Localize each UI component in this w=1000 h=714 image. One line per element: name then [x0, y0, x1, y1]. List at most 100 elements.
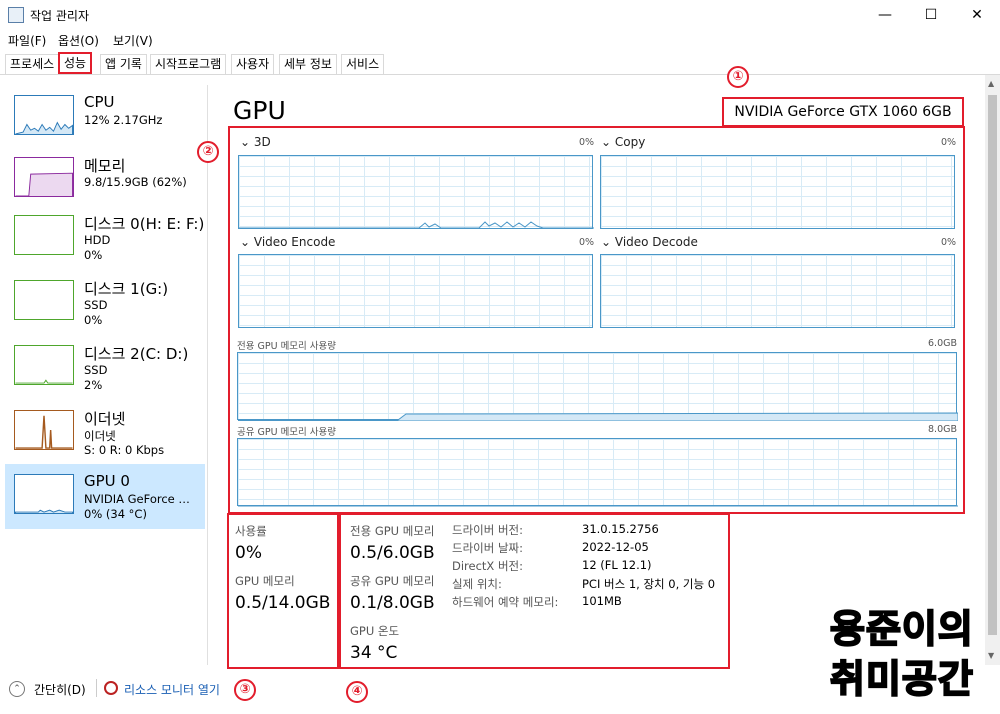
- engine-pct: 0%: [579, 237, 595, 248]
- scroll-up-icon[interactable]: ▲: [988, 79, 994, 88]
- annotation-marker-4: ④: [346, 681, 368, 703]
- tab-processes[interactable]: 프로세스: [5, 54, 60, 74]
- detail-value: 101MB: [582, 594, 622, 608]
- menu-options[interactable]: 옵션(O): [58, 32, 99, 49]
- sidebar-item-detail: SSD: [84, 363, 108, 377]
- sidebar-item-detail: 9.8/15.9GB (62%): [84, 175, 187, 189]
- usage-value: 0%: [235, 543, 262, 563]
- dedicated-memory-graph: [237, 352, 958, 421]
- engine-label: Video Decode: [614, 235, 698, 249]
- chevron-up-icon[interactable]: ⌃: [9, 681, 25, 697]
- engine-copy[interactable]: ⌄ Copy: [601, 135, 645, 149]
- watermark-line-2: 취미공간: [829, 656, 974, 702]
- engine-3d-graph: [238, 155, 594, 229]
- tab-details[interactable]: 세부 정보: [279, 54, 337, 74]
- gpu-thumbnail-graph: [14, 474, 74, 514]
- detail-label: 드라이버 버전:: [452, 523, 524, 537]
- engine-video-encode-graph: [238, 254, 593, 328]
- detail-label: 실제 위치:: [452, 577, 502, 591]
- detail-label: DirectX 버전:: [452, 559, 524, 573]
- sidebar-item-value: 0% (34 °C): [84, 507, 147, 521]
- sidebar-item-label: 디스크 1(G:): [84, 280, 169, 298]
- sidebar-item-label: CPU: [84, 93, 115, 111]
- engine-pct: 0%: [579, 137, 595, 148]
- sidebar-item-disk2[interactable]: 디스크 2(C: D:) SSD 2%: [5, 335, 205, 397]
- engine-pct: 0%: [941, 237, 957, 248]
- vertical-scrollbar[interactable]: ▲ ▼: [985, 75, 1000, 665]
- sidebar-item-detail: 12% 2.17GHz: [84, 113, 163, 127]
- engine-label: Video Encode: [253, 235, 336, 249]
- sidebar-item-detail: HDD: [84, 233, 111, 247]
- detail-label: 하드웨어 예약 메모리:: [452, 595, 559, 609]
- tab-performance[interactable]: 성능: [58, 52, 93, 74]
- engine-label: Copy: [614, 135, 646, 149]
- sidebar-item-label: 메모리: [84, 157, 126, 175]
- dedicated-gpu-memory-label: 전용 GPU 메모리: [350, 524, 435, 538]
- divider: [96, 679, 97, 697]
- engine-video-decode[interactable]: ⌄ Video Decode: [601, 235, 698, 249]
- collapse-button[interactable]: 간단히(D): [34, 681, 86, 698]
- sidebar-item-value: 0%: [84, 248, 103, 262]
- detail-value: 2022-12-05: [582, 540, 649, 554]
- gpu-memory-value: 0.5/14.0GB: [235, 593, 331, 613]
- engine-video-decode-graph: [600, 254, 955, 328]
- sidebar-item-value: 2%: [84, 378, 103, 392]
- scroll-thumb[interactable]: [988, 95, 997, 635]
- detail-value: 31.0.15.2756: [582, 522, 659, 536]
- detail-value: 12 (FL 12.1): [582, 558, 652, 572]
- sidebar-item-detail: NVIDIA GeForce …: [84, 492, 190, 506]
- engine-3d-line: [239, 221, 594, 229]
- annotation-marker-1: ①: [727, 66, 749, 88]
- tab-app-history[interactable]: 앱 기록: [100, 54, 147, 74]
- sidebar-item-label: 디스크 0(H: E: F:): [84, 215, 205, 233]
- close-button[interactable]: ✕: [954, 0, 1000, 30]
- title-bar: 작업 관리자 — ☐ ✕: [0, 0, 1000, 30]
- sidebar-item-value: 0%: [84, 313, 103, 327]
- memory-thumbnail-graph: [14, 157, 74, 197]
- tab-services[interactable]: 서비스: [341, 54, 385, 74]
- engine-video-encode[interactable]: ⌄ Video Encode: [240, 235, 335, 249]
- resource-monitor-link[interactable]: 리소스 모니터 열기: [124, 681, 220, 698]
- cpu-thumbnail-graph: [14, 95, 74, 135]
- annotation-marker-2: ②: [197, 141, 219, 163]
- maximize-button[interactable]: ☐: [908, 0, 954, 30]
- menu-file[interactable]: 파일(F): [8, 32, 46, 49]
- minimize-button[interactable]: —: [862, 0, 908, 30]
- sidebar-item-label: GPU 0: [84, 472, 130, 490]
- sidebar-item-disk0[interactable]: 디스크 0(H: E: F:) HDD 0%: [5, 205, 205, 267]
- sidebar-item-label: 디스크 2(C: D:): [84, 345, 189, 363]
- annotation-marker-3: ③: [234, 679, 256, 701]
- disk0-thumbnail-graph: [14, 215, 74, 255]
- detail-value: PCI 버스 1, 장치 0, 기능 0: [582, 577, 716, 591]
- sidebar-item-ethernet[interactable]: 이더넷 이더넷 S: 0 R: 0 Kbps: [5, 400, 205, 462]
- menu-view[interactable]: 보기(V): [113, 32, 153, 49]
- sidebar-item-value: S: 0 R: 0 Kbps: [84, 443, 165, 457]
- scroll-down-icon[interactable]: ▼: [988, 651, 994, 660]
- usage-label: 사용률: [235, 524, 267, 538]
- engine-pct: 0%: [941, 137, 957, 148]
- gpu-temperature-value: 34 °C: [350, 643, 398, 663]
- dedicated-memory-max: 6.0GB: [928, 338, 957, 349]
- sidebar-item-memory[interactable]: 메모리 9.8/15.9GB (62%): [5, 147, 205, 209]
- sidebar-item-cpu[interactable]: CPU 12% 2.17GHz: [5, 85, 205, 147]
- sidebar-item-disk1[interactable]: 디스크 1(G:) SSD 0%: [5, 270, 205, 332]
- detail-label: 드라이버 날짜:: [452, 541, 524, 555]
- engine-3d[interactable]: ⌄ 3D: [240, 135, 271, 149]
- shared-memory-line: [238, 505, 958, 507]
- dedicated-gpu-memory-value: 0.5/6.0GB: [350, 543, 435, 563]
- sidebar-item-label: 이더넷: [84, 410, 126, 428]
- resource-monitor-icon: [104, 681, 118, 695]
- sidebar-item-detail: SSD: [84, 298, 108, 312]
- watermark-line-1: 용준이의: [829, 606, 974, 652]
- gpu-memory-label: GPU 메모리: [235, 574, 295, 588]
- tab-users[interactable]: 사용자: [231, 54, 275, 74]
- page-title: GPU: [233, 96, 286, 125]
- gpu-temperature-label: GPU 온도: [350, 624, 400, 638]
- shared-memory-label: 공유 GPU 메모리 사용량: [237, 427, 337, 438]
- engine-label: 3D: [253, 135, 271, 149]
- dedicated-memory-label: 전용 GPU 메모리 사용량: [237, 341, 337, 352]
- window-title: 작업 관리자: [30, 9, 90, 23]
- tab-startup[interactable]: 시작프로그램: [150, 54, 227, 74]
- dedicated-memory-line: [238, 412, 958, 421]
- sidebar-item-gpu0[interactable]: GPU 0 NVIDIA GeForce … 0% (34 °C): [5, 464, 205, 529]
